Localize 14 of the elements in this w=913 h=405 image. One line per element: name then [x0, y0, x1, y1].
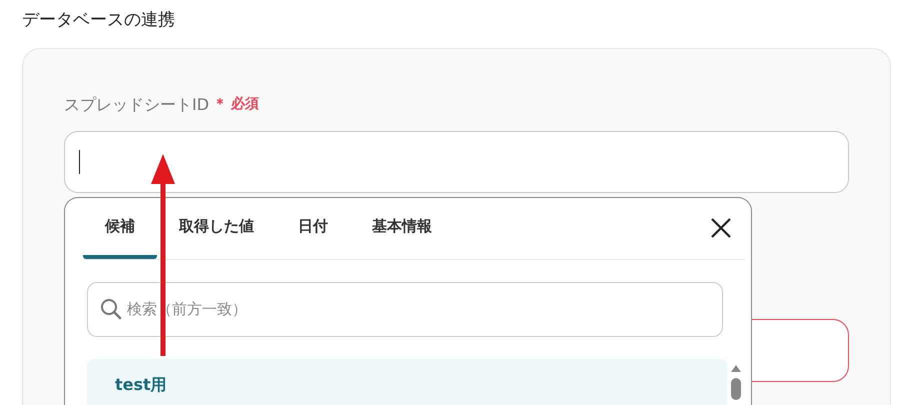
tab[interactable]: 候補	[83, 198, 157, 258]
scroll-up-icon[interactable]	[731, 364, 741, 372]
required-label: 必須	[231, 95, 260, 114]
tab[interactable]: 取得した値	[157, 198, 276, 258]
tab[interactable]: 基本情報	[350, 198, 454, 258]
close-icon	[711, 218, 731, 238]
required-mark: ＊	[213, 95, 228, 114]
tab[interactable]: 日付	[276, 198, 350, 258]
search-field[interactable]: 検索（前方一致）	[87, 282, 723, 336]
field-label: スプレッドシートID	[64, 94, 210, 116]
section-title: データベースの連携	[22, 9, 175, 32]
list-item[interactable]: test用	[87, 358, 727, 405]
spreadsheet-id-field[interactable]	[64, 130, 849, 192]
scrollbar-thumb[interactable]	[731, 378, 741, 400]
